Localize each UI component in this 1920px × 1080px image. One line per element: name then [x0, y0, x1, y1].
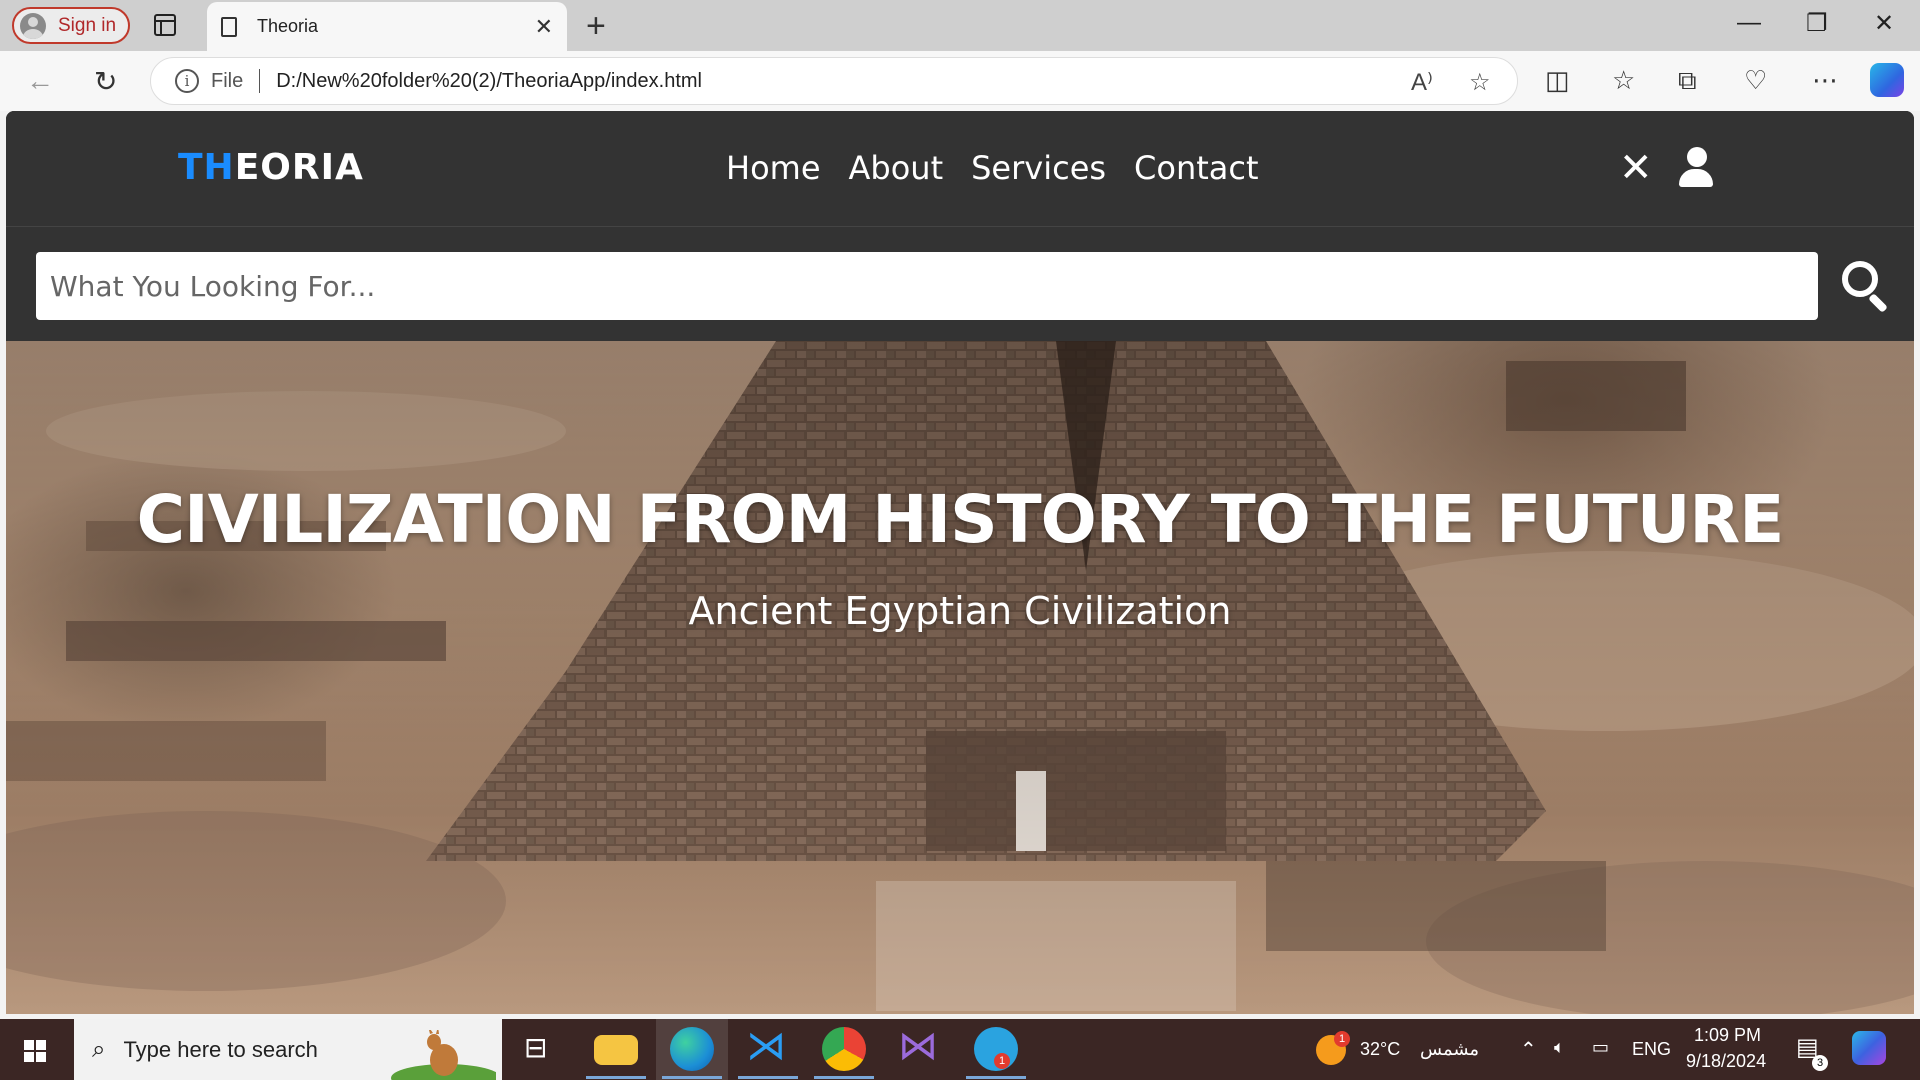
nav-services-link[interactable]: Services: [971, 149, 1106, 187]
logo-accent-text: TH: [178, 147, 235, 188]
new-tab-icon[interactable]: +: [586, 7, 606, 46]
file-explorer-icon[interactable]: [594, 1035, 638, 1065]
tab-title: Theoria: [257, 16, 319, 36]
chevron-up-icon[interactable]: ⌃: [1520, 1037, 1537, 1062]
windows-start-icon[interactable]: [24, 1040, 46, 1062]
browser-tab[interactable]: Theoria ✕: [207, 2, 567, 51]
nav-about-link[interactable]: About: [849, 149, 944, 187]
browser-toolbar: ← ↻ i File D:/New%20folder%20(2)/Theoria…: [0, 51, 1920, 111]
info-icon[interactable]: i: [175, 69, 199, 93]
collections-icon[interactable]: ⧉: [1678, 65, 1697, 97]
more-options-icon[interactable]: ⋯: [1812, 65, 1838, 96]
clock-time[interactable]: 1:09 PM: [1694, 1025, 1761, 1046]
hero-section: CIVILIZATION FROM HISTORY TO THE FUTURE …: [6, 341, 1914, 1014]
weather-condition[interactable]: مشمس: [1420, 1039, 1479, 1060]
user-account-icon[interactable]: [1677, 147, 1715, 189]
copilot-pre-icon[interactable]: [1852, 1031, 1886, 1065]
address-bar[interactable]: i File D:/New%20folder%20(2)/TheoriaApp/…: [150, 57, 1518, 105]
pyramid-background-image: [6, 341, 1914, 1014]
os-taskbar: ⌕ Type here to search ⊟ ⋊ ⋈ 1 1 32°C مشم…: [0, 1019, 1920, 1080]
site-search-bar: [6, 227, 1914, 341]
weather-temperature[interactable]: 32°C: [1360, 1039, 1400, 1060]
refresh-icon[interactable]: ↻: [94, 65, 117, 98]
taskbar-search-box[interactable]: ⌕ Type here to search: [74, 1019, 502, 1080]
sign-in-label: Sign in: [58, 14, 117, 36]
vscode-indicator: [738, 1076, 798, 1079]
browser-tab-strip: Sign in Theoria ✕ + — ❐ ✕: [0, 0, 1920, 51]
sign-in-button[interactable]: Sign in: [12, 7, 130, 44]
clock-date[interactable]: 9/18/2024: [1686, 1051, 1766, 1072]
close-search-icon[interactable]: ✕: [1619, 145, 1653, 191]
page-icon: [221, 16, 237, 37]
restore-icon[interactable]: ❐: [1806, 9, 1828, 38]
favorite-star-icon[interactable]: ☆: [1469, 68, 1491, 97]
copilot-icon[interactable]: [1870, 63, 1904, 97]
visual-studio-icon[interactable]: ⋈: [898, 1023, 942, 1068]
address-url[interactable]: D:/New%20folder%20(2)/TheoriaApp/index.h…: [276, 70, 702, 93]
weather-badge: 1: [1334, 1031, 1350, 1047]
vscode-icon[interactable]: ⋊: [746, 1023, 790, 1068]
address-divider: [259, 69, 261, 93]
split-screen-icon[interactable]: ◫: [1545, 65, 1570, 96]
telegram-indicator: [966, 1076, 1026, 1079]
search-icon[interactable]: [1840, 259, 1892, 313]
notifications-count: 3: [1812, 1055, 1828, 1071]
battery-icon[interactable]: ▭: [1592, 1037, 1609, 1058]
edge-browser-icon[interactable]: [670, 1027, 714, 1071]
hero-title: CIVILIZATION FROM HISTORY TO THE FUTURE: [136, 481, 1785, 558]
logo-main-text: EORIA: [234, 147, 364, 188]
site-logo[interactable]: THEORIA: [178, 147, 364, 188]
site-navbar: THEORIA Home About Services Contact ✕: [6, 111, 1914, 227]
hero-subtitle: Ancient Egyptian Civilization: [688, 589, 1232, 633]
file-explorer-indicator: [586, 1076, 646, 1079]
telegram-badge: 1: [994, 1053, 1010, 1069]
profile-avatar-icon: [20, 12, 46, 39]
main-menu: Home About Services Contact: [726, 149, 1259, 187]
edge-indicator: [662, 1076, 722, 1079]
kangaroo-illustration-icon: [391, 1030, 496, 1080]
speaker-icon[interactable]: 🔈︎: [1554, 1037, 1565, 1058]
read-aloud-icon[interactable]: A⁾: [1411, 68, 1433, 97]
taskbar-search-placeholder: Type here to search: [123, 1036, 318, 1062]
nav-home-link[interactable]: Home: [726, 149, 821, 187]
address-scheme: File: [211, 69, 244, 92]
chrome-indicator: [814, 1076, 874, 1079]
chrome-icon[interactable]: [822, 1027, 866, 1071]
browser-essentials-icon[interactable]: ♡: [1744, 65, 1767, 96]
back-icon[interactable]: ←: [26, 65, 54, 97]
site-search-input[interactable]: [36, 252, 1818, 320]
tab-actions-icon[interactable]: [154, 14, 176, 36]
close-window-icon[interactable]: ✕: [1874, 9, 1894, 38]
language-indicator[interactable]: ENG: [1632, 1039, 1671, 1060]
search-icon: ⌕: [92, 1035, 106, 1063]
favorites-icon[interactable]: ☆: [1612, 65, 1635, 96]
close-tab-icon[interactable]: ✕: [535, 14, 553, 40]
web-page: THEORIA Home About Services Contact ✕ Wh…: [6, 111, 1914, 1014]
task-view-icon[interactable]: ⊟: [524, 1031, 568, 1075]
minimize-icon[interactable]: —: [1737, 9, 1761, 37]
nav-contact-link[interactable]: Contact: [1134, 149, 1259, 187]
